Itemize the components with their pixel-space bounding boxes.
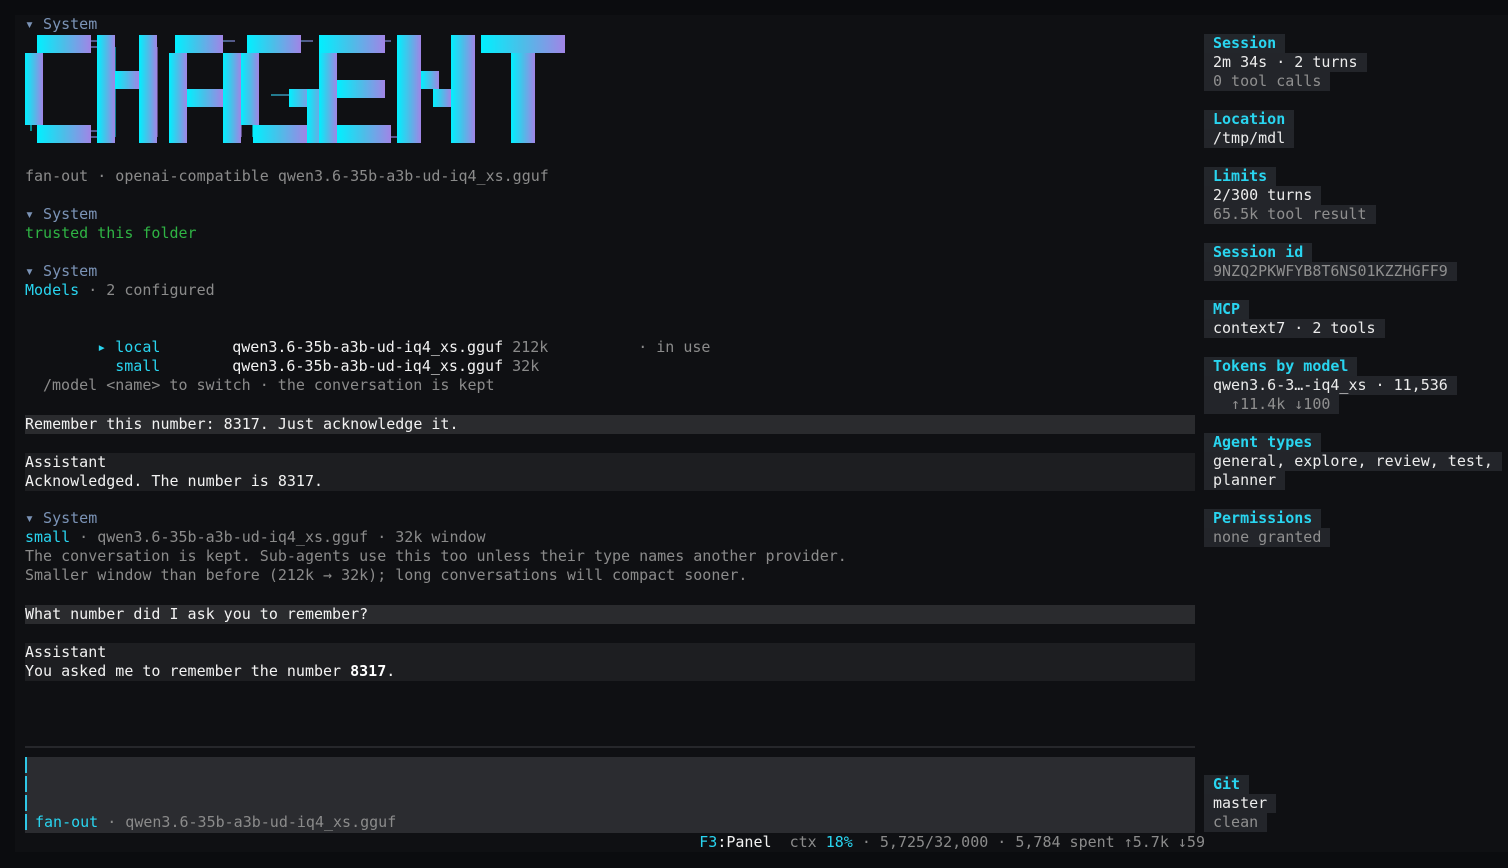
- session-section: Session 2m 34s · 2 turns 0 tool calls: [1204, 34, 1367, 91]
- model-row-local[interactable]: ▸ local qwen3.6-35b-a3b-ud-iq4_xs.gguf 21…: [43, 319, 710, 356]
- model-row-small[interactable]: small qwen3.6-35b-a3b-ud-iq4_xs.gguf 32k: [43, 338, 539, 375]
- cragent-logo: [25, 35, 565, 143]
- status-bar: F3:Panel ctx 18% · 5,725/32,000 · 5,784 …: [699, 833, 1205, 851]
- input-gutter: [25, 776, 27, 792]
- assistant-message: Assistant Acknowledged. The number is 83…: [25, 453, 1195, 491]
- assistant-label: Assistant: [25, 453, 107, 471]
- models-heading: Models · 2 configured: [25, 281, 215, 299]
- conversation-pane[interactable]: ▾ System fan-out · openai-compatible qwe…: [15, 15, 1205, 852]
- switch-note: The conversation is kept. Sub-agents use…: [25, 547, 847, 565]
- info-panel: Session 2m 34s · 2 turns 0 tool calls Lo…: [1204, 15, 1504, 852]
- assistant-message: Assistant You asked me to remember the n…: [25, 643, 1195, 681]
- model-switch-hint: /model <name> to switch · the conversati…: [43, 376, 495, 394]
- system-toggle[interactable]: ▾ System: [25, 15, 97, 34]
- app-window: ▾ System fan-out · openai-compatible qwe…: [15, 15, 1508, 852]
- trusted-folder-notice: trusted this folder: [25, 224, 197, 242]
- mcp-section: MCP context7 · 2 tools: [1204, 300, 1385, 338]
- location-section: Location /tmp/mdl: [1204, 110, 1295, 148]
- input-gutter: [25, 757, 27, 773]
- switch-note: Smaller window than before (212k → 32k);…: [25, 566, 748, 584]
- model-switch-line: small · qwen3.6-35b-a3b-ud-iq4_xs.gguf ·…: [25, 528, 486, 546]
- system-toggle[interactable]: ▾ System: [25, 509, 97, 528]
- tokens-section: Tokens by model qwen3.6-3…-iq4_xs · 11,5…: [1204, 357, 1457, 414]
- session-id-section: Session id 9NZQ2PKWFYB8T6NS01KZZHGFF9: [1204, 243, 1457, 281]
- input-gutter: [25, 814, 27, 830]
- user-message: Remember this number: 8317. Just acknowl…: [25, 415, 1195, 434]
- limits-section: Limits 2/300 turns 65.5k tool result: [1204, 167, 1376, 224]
- divider: [25, 746, 1195, 748]
- permissions-section: Permissions none granted: [1204, 509, 1331, 547]
- panel-shortcut[interactable]: F3: [699, 833, 717, 851]
- agent-types-section: Agent types general, explore, review, te…: [1204, 433, 1502, 490]
- user-message: What number did I ask you to remember?: [25, 605, 1195, 624]
- system-toggle[interactable]: ▾ System: [25, 262, 97, 281]
- git-section: Git master clean: [1204, 775, 1277, 832]
- system-toggle[interactable]: ▾ System: [25, 205, 97, 224]
- input-mode-line: fan-out · qwen3.6-35b-a3b-ud-iq4_xs.gguf: [35, 813, 397, 831]
- session-header-line: fan-out · openai-compatible qwen3.6-35b-…: [25, 167, 549, 185]
- input-gutter: [25, 795, 27, 811]
- assistant-label: Assistant: [25, 643, 107, 661]
